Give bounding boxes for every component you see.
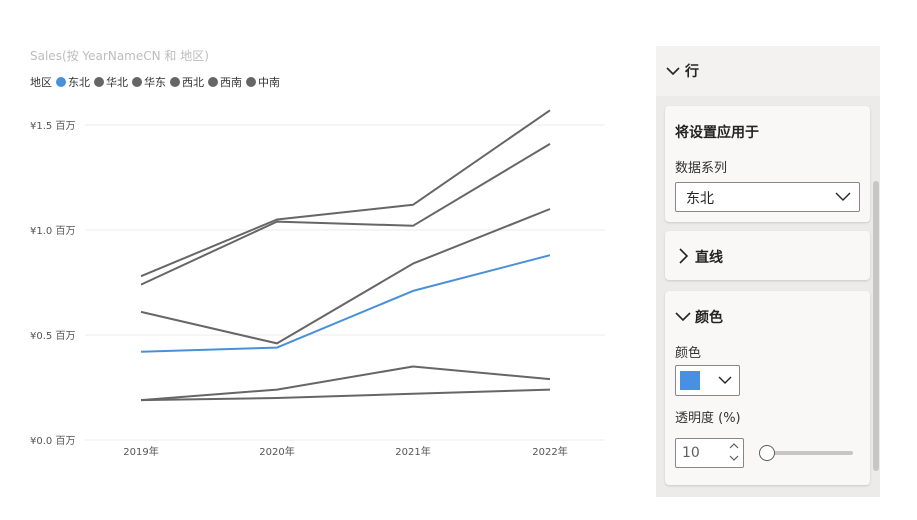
- y-tick-label: ¥1.0 百万: [30, 225, 75, 237]
- y-tick-label: ¥1.5 百万: [30, 120, 75, 132]
- series-line-华东[interactable]: [140, 143, 551, 286]
- transparency-spin-input[interactable]: 10: [675, 438, 744, 468]
- series-line-西北[interactable]: [140, 208, 551, 345]
- x-tick-label: 2020年: [259, 445, 294, 458]
- color-label: 颜色: [675, 346, 702, 361]
- line-card[interactable]: 直线: [665, 231, 870, 280]
- color-swatch: [680, 371, 700, 390]
- x-tick-label: 2021年: [395, 445, 430, 458]
- apply-settings-card: 将设置应用于 数据系列 东北: [665, 106, 870, 222]
- chevron-down-icon: [718, 376, 732, 384]
- y-tick-label: ¥0.5 百万: [30, 330, 75, 342]
- y-axis-ticks: ¥0.0 百万 ¥0.5 百万 ¥1.0 百万 ¥1.5 百万: [30, 120, 75, 447]
- spin-down-icon[interactable]: [729, 455, 739, 462]
- transparency-value: 10: [682, 445, 700, 461]
- chevron-down-icon: [666, 67, 680, 76]
- spin-up-icon[interactable]: [729, 442, 739, 449]
- chevron-right-icon: [679, 248, 689, 264]
- chevron-down-icon[interactable]: [675, 311, 691, 323]
- line-chart: ¥0.0 百万¥0.5 百万¥1.0 百万¥1.5 百万 2019年 2020年 2…: [30, 109, 605, 458]
- x-tick-label: 2022年: [532, 445, 567, 458]
- x-tick-label: 2019年: [123, 445, 158, 458]
- series-label: 数据系列: [675, 161, 728, 176]
- x-axis-ticks: 2019年 2020年 2021年 2022年: [123, 445, 567, 458]
- y-tick-label: ¥0.0 百万: [30, 435, 75, 447]
- series-dropdown[interactable]: 东北: [675, 182, 860, 212]
- color-card: 颜色 颜色 透明度 (%) 10: [665, 291, 870, 485]
- series-layer: [140, 109, 551, 402]
- transparency-label: 透明度 (%): [675, 411, 741, 426]
- pane-scrollbar[interactable]: [873, 181, 879, 471]
- transparency-slider-track[interactable]: [765, 451, 853, 455]
- section-header-row[interactable]: 行: [656, 46, 880, 96]
- line-card-title: 直线: [695, 250, 723, 266]
- chevron-down-icon: [835, 192, 851, 201]
- format-pane: 行 将设置应用于 数据系列 东北 直线 颜色 颜色 透明度 (%) 10: [656, 46, 880, 497]
- grid-layer: [85, 124, 605, 441]
- apply-settings-title: 将设置应用于: [675, 125, 759, 141]
- series-line-华北[interactable]: [140, 109, 551, 278]
- series-dropdown-value: 东北: [686, 191, 714, 207]
- color-picker[interactable]: [675, 365, 740, 396]
- transparency-slider-thumb[interactable]: [759, 445, 775, 461]
- color-card-title: 颜色: [695, 310, 723, 326]
- section-header-label: 行: [685, 64, 699, 80]
